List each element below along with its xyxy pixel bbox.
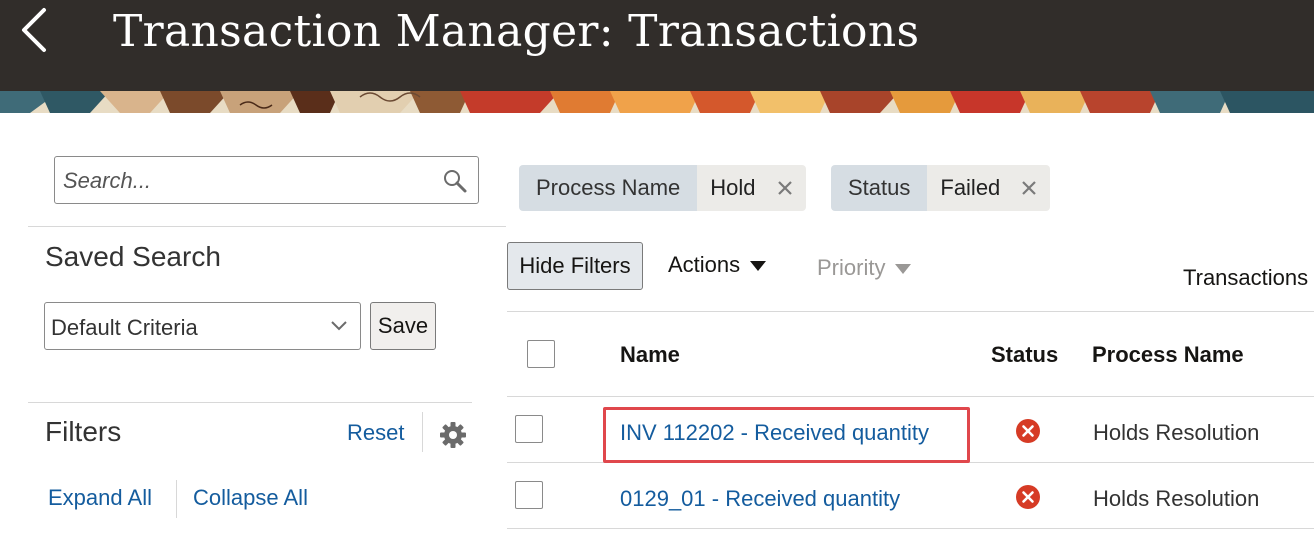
transactions-view-label: Transactions: [1183, 265, 1309, 290]
filter-chip-value: Failed: [940, 175, 1001, 200]
search-input[interactable]: [63, 167, 433, 195]
expand-all-link[interactable]: Expand All: [48, 485, 152, 511]
collapse-all-link[interactable]: Collapse All: [193, 485, 308, 511]
filter-chip-label: Status: [831, 165, 928, 211]
process-name-cell: Holds Resolution: [1093, 486, 1260, 511]
caret-down-icon: [895, 264, 912, 274]
page-title: Transaction Manager: Transactions: [113, 6, 920, 57]
filter-chip-value-wrap: Failed: [927, 165, 1051, 211]
reset-filters-link[interactable]: Reset: [347, 420, 404, 446]
error-circle-icon: [1016, 419, 1040, 443]
divider: [507, 528, 1314, 529]
saved-search-value: Default Criteria: [51, 315, 198, 340]
caret-down-icon: [750, 261, 767, 271]
divider: [176, 480, 177, 518]
filter-chip-value: Hold: [710, 175, 756, 200]
filter-chip-process-name: Process Name Hold: [519, 165, 806, 211]
divider: [422, 412, 423, 452]
chevron-down-icon: [331, 321, 347, 331]
column-header-process-name[interactable]: Process Name: [1092, 342, 1244, 368]
priority-menu: Priority: [817, 255, 912, 281]
filter-chip-label: Process Name: [519, 165, 698, 211]
back-chevron-icon[interactable]: [14, 4, 54, 56]
decorative-banner: [0, 91, 1314, 113]
row-checkbox[interactable]: [515, 415, 543, 443]
actions-menu-label: Actions: [668, 252, 741, 277]
saved-search-heading: Saved Search: [45, 241, 221, 272]
select-all-checkbox[interactable]: [527, 340, 555, 368]
process-name-cell: Holds Resolution: [1093, 420, 1260, 445]
save-search-button[interactable]: Save: [370, 302, 436, 350]
divider: [507, 396, 1314, 397]
divider: [28, 402, 472, 403]
priority-menu-label: Priority: [817, 255, 886, 280]
column-header-status[interactable]: Status: [991, 342, 1058, 368]
transaction-name-link[interactable]: INV 112202 - Received quantity: [620, 420, 929, 446]
app-header: Transaction Manager: Transactions: [0, 0, 1314, 91]
row-checkbox[interactable]: [515, 481, 543, 509]
error-circle-icon: [1016, 485, 1040, 509]
column-header-name[interactable]: Name: [620, 342, 680, 368]
actions-menu[interactable]: Actions: [668, 252, 767, 278]
filter-chip-status: Status Failed: [831, 165, 1051, 211]
search-box: [54, 156, 479, 204]
close-icon[interactable]: [776, 179, 794, 197]
hide-filters-button[interactable]: Hide Filters: [507, 242, 643, 290]
filter-chip-value-wrap: Hold: [697, 165, 806, 211]
saved-search-select[interactable]: Default Criteria: [44, 302, 361, 350]
search-icon[interactable]: [442, 168, 468, 194]
divider: [507, 311, 1314, 312]
close-icon[interactable]: [1020, 179, 1038, 197]
gear-icon[interactable]: [438, 420, 468, 450]
divider: [507, 462, 1314, 463]
divider: [28, 226, 506, 227]
transaction-name-link[interactable]: 0129_01 - Received quantity: [620, 486, 900, 512]
filters-heading: Filters: [45, 416, 122, 447]
